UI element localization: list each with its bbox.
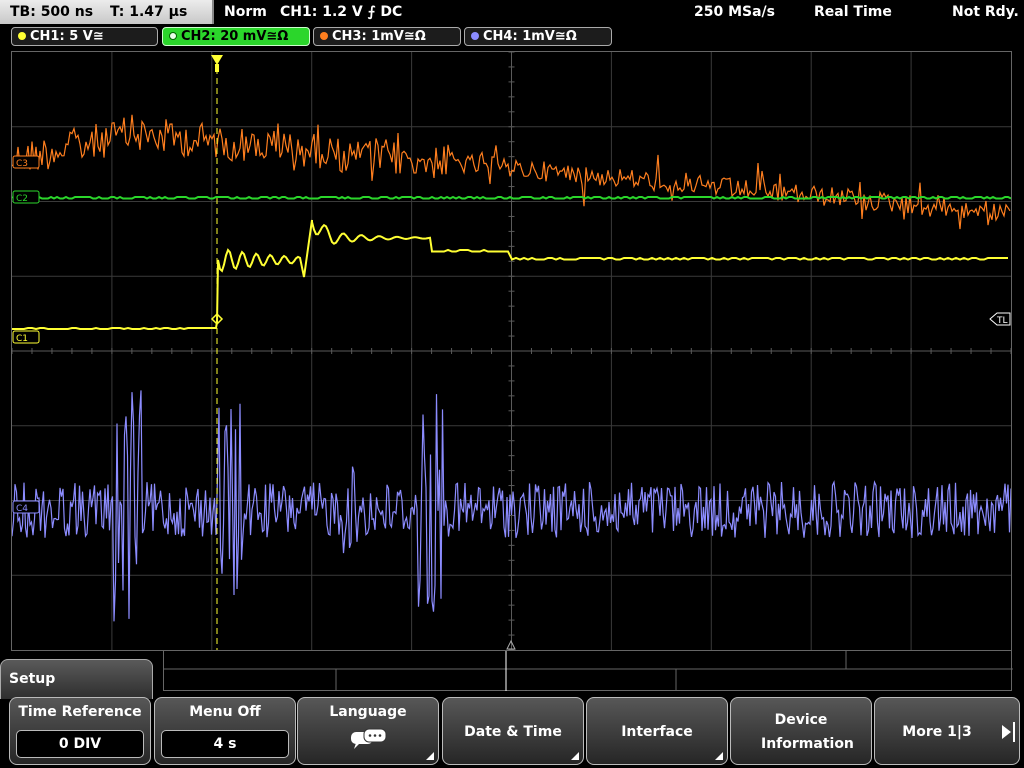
submenu-corner-icon xyxy=(571,752,579,760)
interface-label: Interface xyxy=(621,724,693,740)
ch4-color-dot-icon xyxy=(471,32,479,40)
waveform-canvas: C3 C2 C1 C4 TL xyxy=(12,52,1011,650)
ch1-marker-label: C1 xyxy=(16,334,28,344)
trigger-level-label: TL xyxy=(996,316,1008,326)
ch4-marker-label: C4 xyxy=(16,504,28,514)
waveform-display[interactable]: C3 C2 C1 C4 TL xyxy=(11,51,1012,651)
ch1-color-dot-icon xyxy=(18,32,26,40)
device-information-label: Device Information xyxy=(761,712,854,752)
trigger-level-marker: TL xyxy=(989,312,1011,326)
acquisition-state: Not Rdy. xyxy=(952,4,1019,20)
menu-title: Setup xyxy=(0,659,153,699)
zoom-overview-strip xyxy=(163,651,1013,691)
ch3-marker-label: C3 xyxy=(16,159,28,169)
trigger-info[interactable]: CH1: 1.2 V ⨍ DC xyxy=(280,0,402,24)
ch4-ground-marker: C4 xyxy=(12,500,40,514)
time-reference-softkey[interactable]: Time Reference 0 DIV xyxy=(9,697,151,765)
status-bar: TB: 500 ns T: 1.47 µs Norm CH1: 1.2 V ⨍ … xyxy=(0,0,1024,24)
trigger-position-marker-icon xyxy=(211,55,223,72)
language-softkey[interactable]: Language xyxy=(297,697,439,765)
timebase-value: TB: 500 ns xyxy=(10,4,94,20)
ch3-label: CH3: 1mV≅Ω xyxy=(332,29,426,44)
ch3-ground-marker: C3 xyxy=(12,155,40,169)
time-reference-value: 0 DIV xyxy=(16,730,144,758)
submenu-corner-icon xyxy=(426,752,434,760)
channel-tab-ch2[interactable]: CH2: 20 mV≅Ω xyxy=(162,27,310,46)
speech-bubble-icon xyxy=(351,728,387,749)
timebase-box[interactable]: TB: 500 ns T: 1.47 µs xyxy=(0,0,214,24)
menu-off-label: Menu Off xyxy=(189,704,261,720)
zoom-overview-canvas xyxy=(164,651,1013,691)
submenu-corner-icon xyxy=(715,752,723,760)
device-information-softkey[interactable]: Device Information xyxy=(730,697,872,765)
language-label: Language xyxy=(329,704,407,720)
ch2-ground-marker: C2 xyxy=(12,190,40,204)
ch2-label: CH2: 20 mV≅Ω xyxy=(181,29,289,44)
acquisition-mode: Real Time xyxy=(814,4,892,20)
date-time-label: Date & Time xyxy=(464,724,562,740)
graticule-grid xyxy=(12,52,1011,650)
ch3-color-dot-icon xyxy=(320,32,328,40)
more-label: More 1|3 xyxy=(902,724,972,740)
channel-tab-ch1[interactable]: CH1: 5 V≅ xyxy=(11,27,158,46)
date-time-softkey[interactable]: Date & Time xyxy=(442,697,584,765)
interface-softkey[interactable]: Interface xyxy=(586,697,728,765)
time-reference-label: Time Reference xyxy=(18,704,142,720)
trigger-offset-value: T: 1.47 µs xyxy=(109,4,188,20)
more-softkey[interactable]: More 1|3 xyxy=(874,697,1020,765)
channel-tab-ch3[interactable]: CH3: 1mV≅Ω xyxy=(313,27,461,46)
ch1-label: CH1: 5 V≅ xyxy=(30,29,104,44)
menu-off-value: 4 s xyxy=(161,730,289,758)
next-page-arrow-icon xyxy=(1002,725,1011,739)
next-page-bar-icon xyxy=(1013,722,1015,742)
ch2-marker-label: C2 xyxy=(16,194,28,204)
ch1-ground-marker: C1 xyxy=(12,330,40,344)
ch4-label: CH4: 1mV≅Ω xyxy=(483,29,577,44)
sample-rate: 250 MSa/s xyxy=(694,4,776,20)
trigger-mode[interactable]: Norm xyxy=(224,0,267,24)
ch2-color-dot-icon xyxy=(169,32,177,40)
channel-tab-ch4[interactable]: CH4: 1mV≅Ω xyxy=(464,27,612,46)
channel-tab-row: CH1: 5 V≅ CH2: 20 mV≅Ω CH3: 1mV≅Ω CH4: 1… xyxy=(0,26,1024,48)
menu-off-softkey[interactable]: Menu Off 4 s xyxy=(154,697,296,765)
ch1-waveform xyxy=(12,219,1008,331)
